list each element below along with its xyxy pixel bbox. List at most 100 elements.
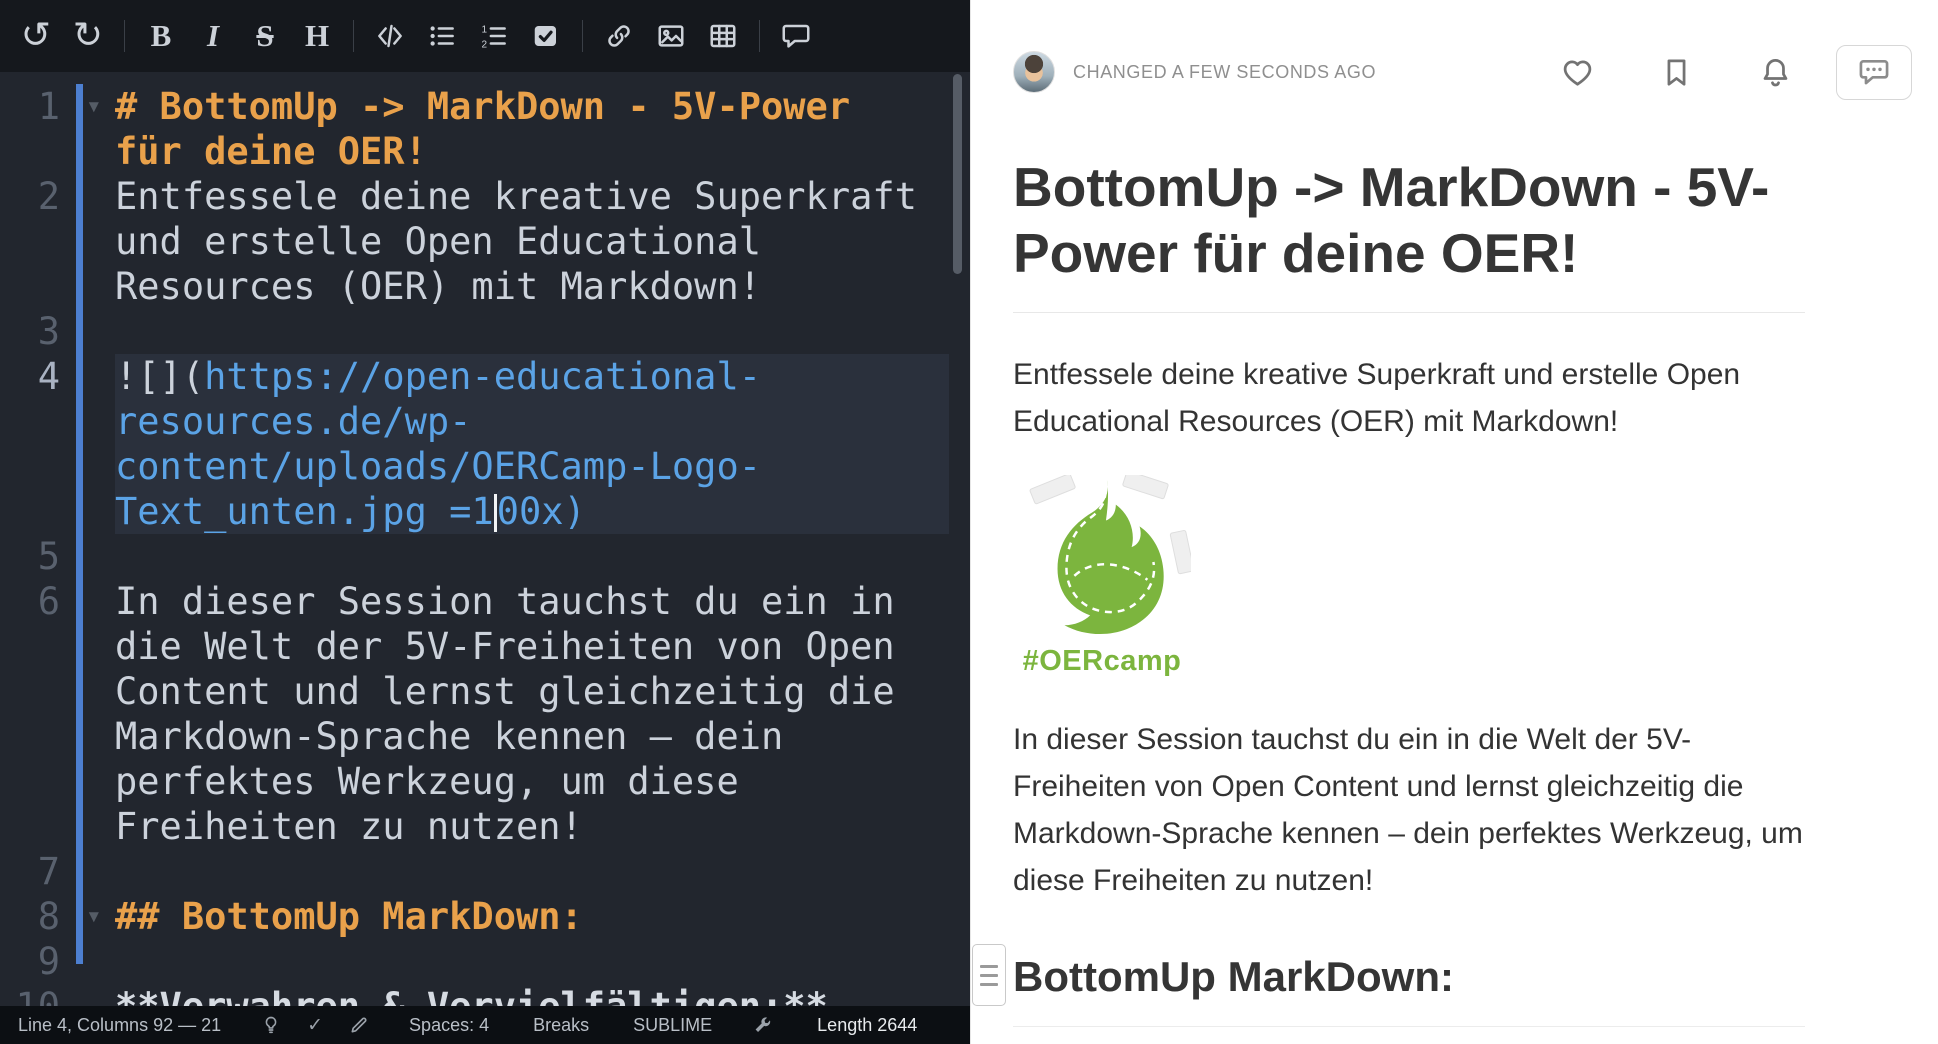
editor-scrollbar[interactable] — [953, 74, 962, 274]
editor-line[interactable]: 7 — [0, 849, 970, 894]
strikethrough-button[interactable]: S — [239, 10, 291, 62]
tape-strip — [1122, 475, 1168, 499]
editor-statusbar: Line 4, Columns 92 — 21 ✓ Spaces: 4 Brea… — [0, 1006, 970, 1044]
editor-line-text — [115, 939, 949, 984]
redo-button[interactable]: ↻ — [62, 10, 114, 62]
editor-line-text — [115, 849, 949, 894]
editor-line-text: Entfessele deine kreative Superkraft und… — [115, 174, 949, 309]
comment-button[interactable] — [770, 10, 822, 62]
spellcheck-icon[interactable]: ✓ — [307, 1014, 323, 1036]
strikethrough-icon: S — [256, 18, 273, 54]
editor-toolbar: ↺ ↻ B I S H 12 — [0, 0, 970, 72]
undo-button[interactable]: ↺ — [10, 10, 62, 62]
editor-line[interactable]: 6In dieser Session tauchst du ein in die… — [0, 579, 970, 849]
document-title: BottomUp -> MarkDown - 5V-Power für dein… — [1013, 154, 1805, 313]
toolbar-separator — [124, 20, 125, 52]
line-number: 4 — [0, 354, 74, 534]
text-segment: ![]( — [115, 355, 204, 398]
keymap-setting[interactable]: SUBLIME — [633, 1015, 712, 1036]
grip-line — [980, 983, 998, 986]
section-heading: BottomUp MarkDown: — [1013, 952, 1805, 1027]
line-number: 8 — [0, 894, 74, 939]
redo-icon: ↻ — [73, 18, 103, 54]
line-number: 7 — [0, 849, 74, 894]
bookmark-button[interactable] — [1660, 56, 1693, 89]
numbered-list-icon: 12 — [479, 21, 509, 51]
editor-line[interactable]: 2 Entfessele deine kreative Superkraft un… — [0, 174, 970, 309]
split-drag-handle[interactable] — [972, 944, 1006, 1006]
notifications-button[interactable] — [1759, 56, 1792, 89]
link-button[interactable] — [593, 10, 645, 62]
editor-settings-button[interactable] — [752, 1015, 773, 1036]
editor-line-text: **Verwahren & Vervielfältigen:** — [115, 984, 949, 1006]
wrench-icon — [752, 1015, 773, 1036]
italic-icon: I — [207, 18, 219, 54]
editor-line-text — [115, 309, 949, 354]
numbered-list-button[interactable]: 12 — [468, 10, 520, 62]
editor-pane: ↺ ↻ B I S H 12 — [0, 0, 970, 1044]
like-button[interactable] — [1561, 56, 1594, 89]
document-length: Length 2644 — [817, 1015, 917, 1036]
heart-icon — [1561, 56, 1594, 89]
text-segment: # BottomUp -> MarkDown - 5V-Power für de… — [115, 85, 872, 173]
breaks-setting[interactable]: Breaks — [533, 1015, 589, 1036]
author-avatar[interactable] — [1013, 51, 1055, 93]
text-segment: In dieser Session tauchst du ein in die … — [115, 580, 917, 848]
italic-button[interactable]: I — [187, 10, 239, 62]
image-icon — [656, 21, 686, 51]
text-segment: https://open-educational-resources.de/wp… — [115, 355, 761, 533]
editor-line-text: # BottomUp -> MarkDown - 5V-Power für de… — [115, 84, 949, 174]
editor-line[interactable]: 3 — [0, 309, 970, 354]
bell-icon — [1759, 56, 1792, 89]
tape-strip — [1029, 475, 1075, 504]
checklist-button[interactable] — [520, 10, 572, 62]
line-number: 3 — [0, 309, 74, 354]
code-editor[interactable]: 1▾# BottomUp -> MarkDown - 5V-Power für … — [0, 72, 970, 1006]
code-icon — [375, 21, 405, 51]
indentation-setting[interactable]: Spaces: 4 — [409, 1015, 489, 1036]
svg-text:1: 1 — [482, 24, 488, 35]
editor-line[interactable]: 4 ![](https://open-educational-resources.… — [0, 354, 970, 534]
oercamp-logo-caption: #OERcamp — [1013, 645, 1191, 678]
open-comments-button[interactable] — [1836, 45, 1912, 100]
editor-lines: 1▾# BottomUp -> MarkDown - 5V-Power für … — [0, 72, 970, 1006]
bullet-list-button[interactable] — [416, 10, 468, 62]
oercamp-flame-graphic: ✂ — [1013, 475, 1191, 643]
editor-line[interactable]: 1▾# BottomUp -> MarkDown - 5V-Power für … — [0, 84, 970, 174]
line-number: 5 — [0, 534, 74, 579]
bold-button[interactable]: B — [135, 10, 187, 62]
fold-arrow-icon[interactable]: ▾ — [86, 84, 102, 129]
editor-line[interactable]: 10**Verwahren & Vervielfältigen:** — [0, 984, 970, 1006]
last-changed-label: CHANGED A FEW SECONDS AGO — [1073, 62, 1376, 83]
note-meta-bar: CHANGED A FEW SECONDS AGO — [1013, 44, 1912, 100]
table-button[interactable] — [697, 10, 749, 62]
heading-button[interactable]: H — [291, 10, 343, 62]
table-icon — [708, 21, 738, 51]
text-segment: Entfessele deine kreative Superkraft und… — [115, 175, 939, 308]
session-paragraph: In dieser Session tauchst du ein in die … — [1013, 716, 1805, 904]
pencil-icon[interactable] — [349, 1015, 369, 1035]
bold-icon: B — [151, 18, 172, 54]
bullet-list-icon — [427, 21, 457, 51]
grip-line — [980, 965, 998, 968]
editor-line[interactable]: 5 — [0, 534, 970, 579]
link-icon — [604, 21, 634, 51]
text-segment: ## BottomUp MarkDown: — [115, 895, 583, 938]
text-segment: **Verwahren & Vervielfältigen:** — [115, 985, 828, 1006]
bookmark-icon — [1660, 56, 1693, 89]
cursor-position: Line 4, Columns 92 — 21 — [18, 1015, 221, 1036]
editor-line[interactable]: 9 — [0, 939, 970, 984]
code-button[interactable] — [364, 10, 416, 62]
image-button[interactable] — [645, 10, 697, 62]
line-number: 2 — [0, 174, 74, 309]
comment-icon — [781, 21, 811, 51]
editor-line-text: In dieser Session tauchst du ein in die … — [115, 579, 949, 849]
fold-arrow-icon[interactable]: ▾ — [86, 894, 102, 939]
night-mode-icon[interactable] — [261, 1015, 281, 1035]
editor-line[interactable]: 8 ▾ ## BottomUp MarkDown: — [0, 894, 970, 939]
undo-icon: ↺ — [21, 18, 51, 54]
authorship-stripe — [76, 84, 83, 964]
checklist-icon — [531, 21, 561, 51]
intro-paragraph: Entfessele deine kreative Superkraft und… — [1013, 351, 1805, 445]
rendered-document: BottomUp -> MarkDown - 5V-Power für dein… — [1013, 154, 1805, 1027]
